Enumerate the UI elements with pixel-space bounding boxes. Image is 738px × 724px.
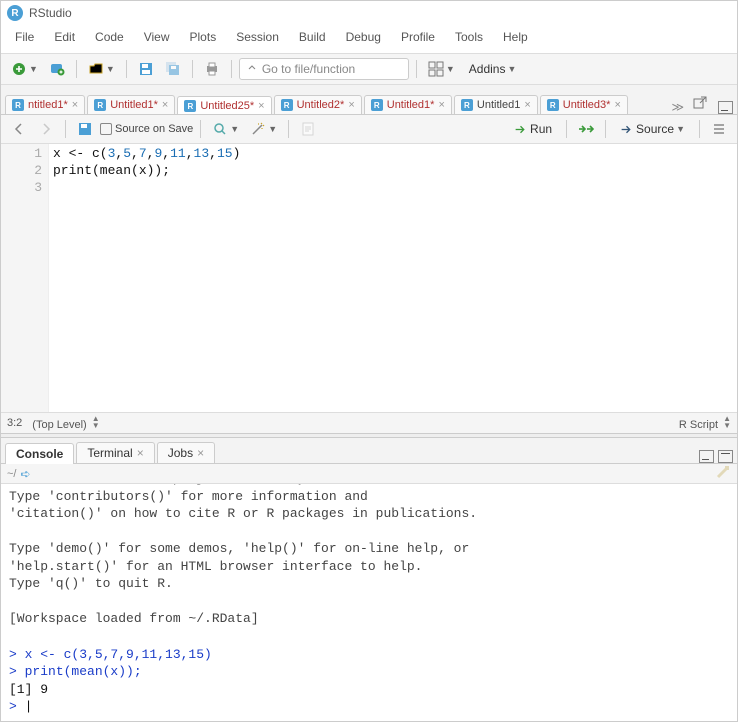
forward-button[interactable] (34, 118, 58, 140)
editor-tab[interactable]: R Untitled2*× (274, 95, 362, 114)
back-button[interactable] (7, 118, 31, 140)
console-tab-jobs[interactable]: Jobs× (157, 442, 215, 463)
editor-statusbar: 3:2 (Top Level) ▲▼ R Script ▲▼ (1, 412, 737, 433)
tab-close-icon[interactable]: × (524, 99, 530, 111)
tab-label: Untitled2* (297, 99, 345, 111)
r-file-icon: R (461, 99, 473, 111)
console-tabstrip: ConsoleTerminal×Jobs× (1, 438, 737, 464)
print-button[interactable] (200, 58, 224, 80)
source-on-save-label: Source on Save (115, 123, 193, 135)
tab-close-icon[interactable]: × (162, 99, 168, 111)
tab-label: Untitled1* (387, 99, 435, 111)
minimize-pane-button[interactable] (718, 101, 733, 114)
rerun-button[interactable] (574, 118, 598, 140)
menu-file[interactable]: File (5, 27, 44, 47)
menu-edit[interactable]: Edit (44, 27, 85, 47)
tab-label: Untitled3* (563, 99, 611, 111)
app-title: RStudio (29, 6, 72, 20)
save-source-button[interactable] (73, 118, 97, 140)
popout-button[interactable] (688, 92, 712, 114)
editor-tab[interactable]: R Untitled1* × (87, 95, 175, 114)
tab-close-icon[interactable]: × (438, 99, 444, 111)
clear-console-button[interactable] (715, 464, 731, 483)
find-button[interactable]: ▼ (208, 118, 243, 140)
save-button[interactable] (134, 58, 158, 80)
pane-layout-button[interactable]: ▼ (424, 59, 459, 79)
tab-label: Untitled1* (110, 99, 158, 111)
app-logo: R (7, 5, 23, 21)
editor-tab[interactable]: Rntitled1* × (5, 95, 85, 114)
editor-tab[interactable]: R Untitled25* × (177, 96, 271, 115)
code-editor[interactable]: 123 x <- c(3,5,7,9,11,13,15)print(mean(x… (1, 144, 737, 412)
menu-session[interactable]: Session (226, 27, 289, 47)
console-output[interactable]: Natural language support but running in … (1, 484, 737, 724)
editor-tabstrip: Rntitled1*×RUntitled1*×RUntitled25*×RUnt… (1, 85, 737, 115)
menu-profile[interactable]: Profile (391, 27, 445, 47)
console-toolbar: ~/ ➪ (1, 464, 737, 484)
r-file-icon: R (371, 99, 383, 111)
tab-close-icon[interactable]: × (258, 100, 264, 112)
tabs-overflow-button[interactable]: ≫ (667, 100, 688, 114)
goto-file-function-input[interactable]: Go to file/function (239, 58, 409, 80)
tab-close-icon[interactable]: × (197, 446, 204, 460)
addins-button[interactable]: Addins▼ (462, 58, 524, 80)
menubar: FileEditCodeViewPlotsSessionBuildDebugPr… (1, 25, 737, 53)
editor-toolbar: Source on Save ▼ ▼ Run Source▼ (1, 115, 737, 144)
outline-button[interactable] (707, 118, 731, 140)
tab-label: Untitled1 (477, 99, 520, 111)
open-file-button[interactable]: ▼ (84, 58, 119, 80)
minimize-pane-button[interactable] (699, 450, 714, 463)
new-project-button[interactable] (45, 58, 69, 80)
r-file-icon: R (12, 99, 24, 111)
menu-help[interactable]: Help (493, 27, 538, 47)
menu-plots[interactable]: Plots (180, 27, 227, 47)
cursor-position: 3:2 (7, 417, 22, 429)
maximize-pane-button[interactable] (718, 450, 733, 463)
tab-label: ntitled1* (28, 99, 68, 111)
run-button[interactable]: Run (507, 119, 559, 139)
tab-close-icon[interactable]: × (348, 99, 354, 111)
tab-close-icon[interactable]: × (137, 446, 144, 460)
save-all-button[interactable] (161, 58, 185, 80)
main-toolbar: ▼ ▼ Go to file/function ▼ Addins▼ (1, 53, 737, 85)
report-button[interactable] (296, 118, 320, 140)
language-selector[interactable]: R Script ▲▼ (679, 415, 731, 431)
menu-code[interactable]: Code (85, 27, 134, 47)
menu-build[interactable]: Build (289, 27, 336, 47)
tab-label: Untitled25* (200, 100, 254, 112)
r-file-icon: R (547, 99, 559, 111)
working-directory[interactable]: ~/ (7, 468, 16, 480)
console-tab-console[interactable]: Console (5, 443, 74, 464)
r-file-icon: R (281, 99, 293, 111)
scope-selector[interactable]: (Top Level) ▲▼ (32, 415, 99, 431)
menu-view[interactable]: View (134, 27, 180, 47)
menu-tools[interactable]: Tools (445, 27, 493, 47)
source-on-save-checkbox[interactable] (100, 123, 112, 135)
r-file-icon: R (184, 100, 196, 112)
editor-tab[interactable]: R Untitled1*× (364, 95, 452, 114)
editor-tab[interactable]: R Untitled3*× (540, 95, 628, 114)
menu-debug[interactable]: Debug (336, 27, 391, 47)
wand-button[interactable]: ▼ (246, 118, 281, 140)
tab-close-icon[interactable]: × (614, 99, 620, 111)
r-file-icon: R (94, 99, 106, 111)
console-tab-terminal[interactable]: Terminal× (76, 442, 154, 463)
tab-close-icon[interactable]: × (72, 99, 78, 111)
new-file-button[interactable]: ▼ (7, 58, 42, 80)
wd-go-icon[interactable]: ➪ (20, 467, 30, 481)
source-button[interactable]: Source▼ (613, 119, 692, 139)
editor-tab[interactable]: R Untitled1 × (454, 95, 538, 114)
